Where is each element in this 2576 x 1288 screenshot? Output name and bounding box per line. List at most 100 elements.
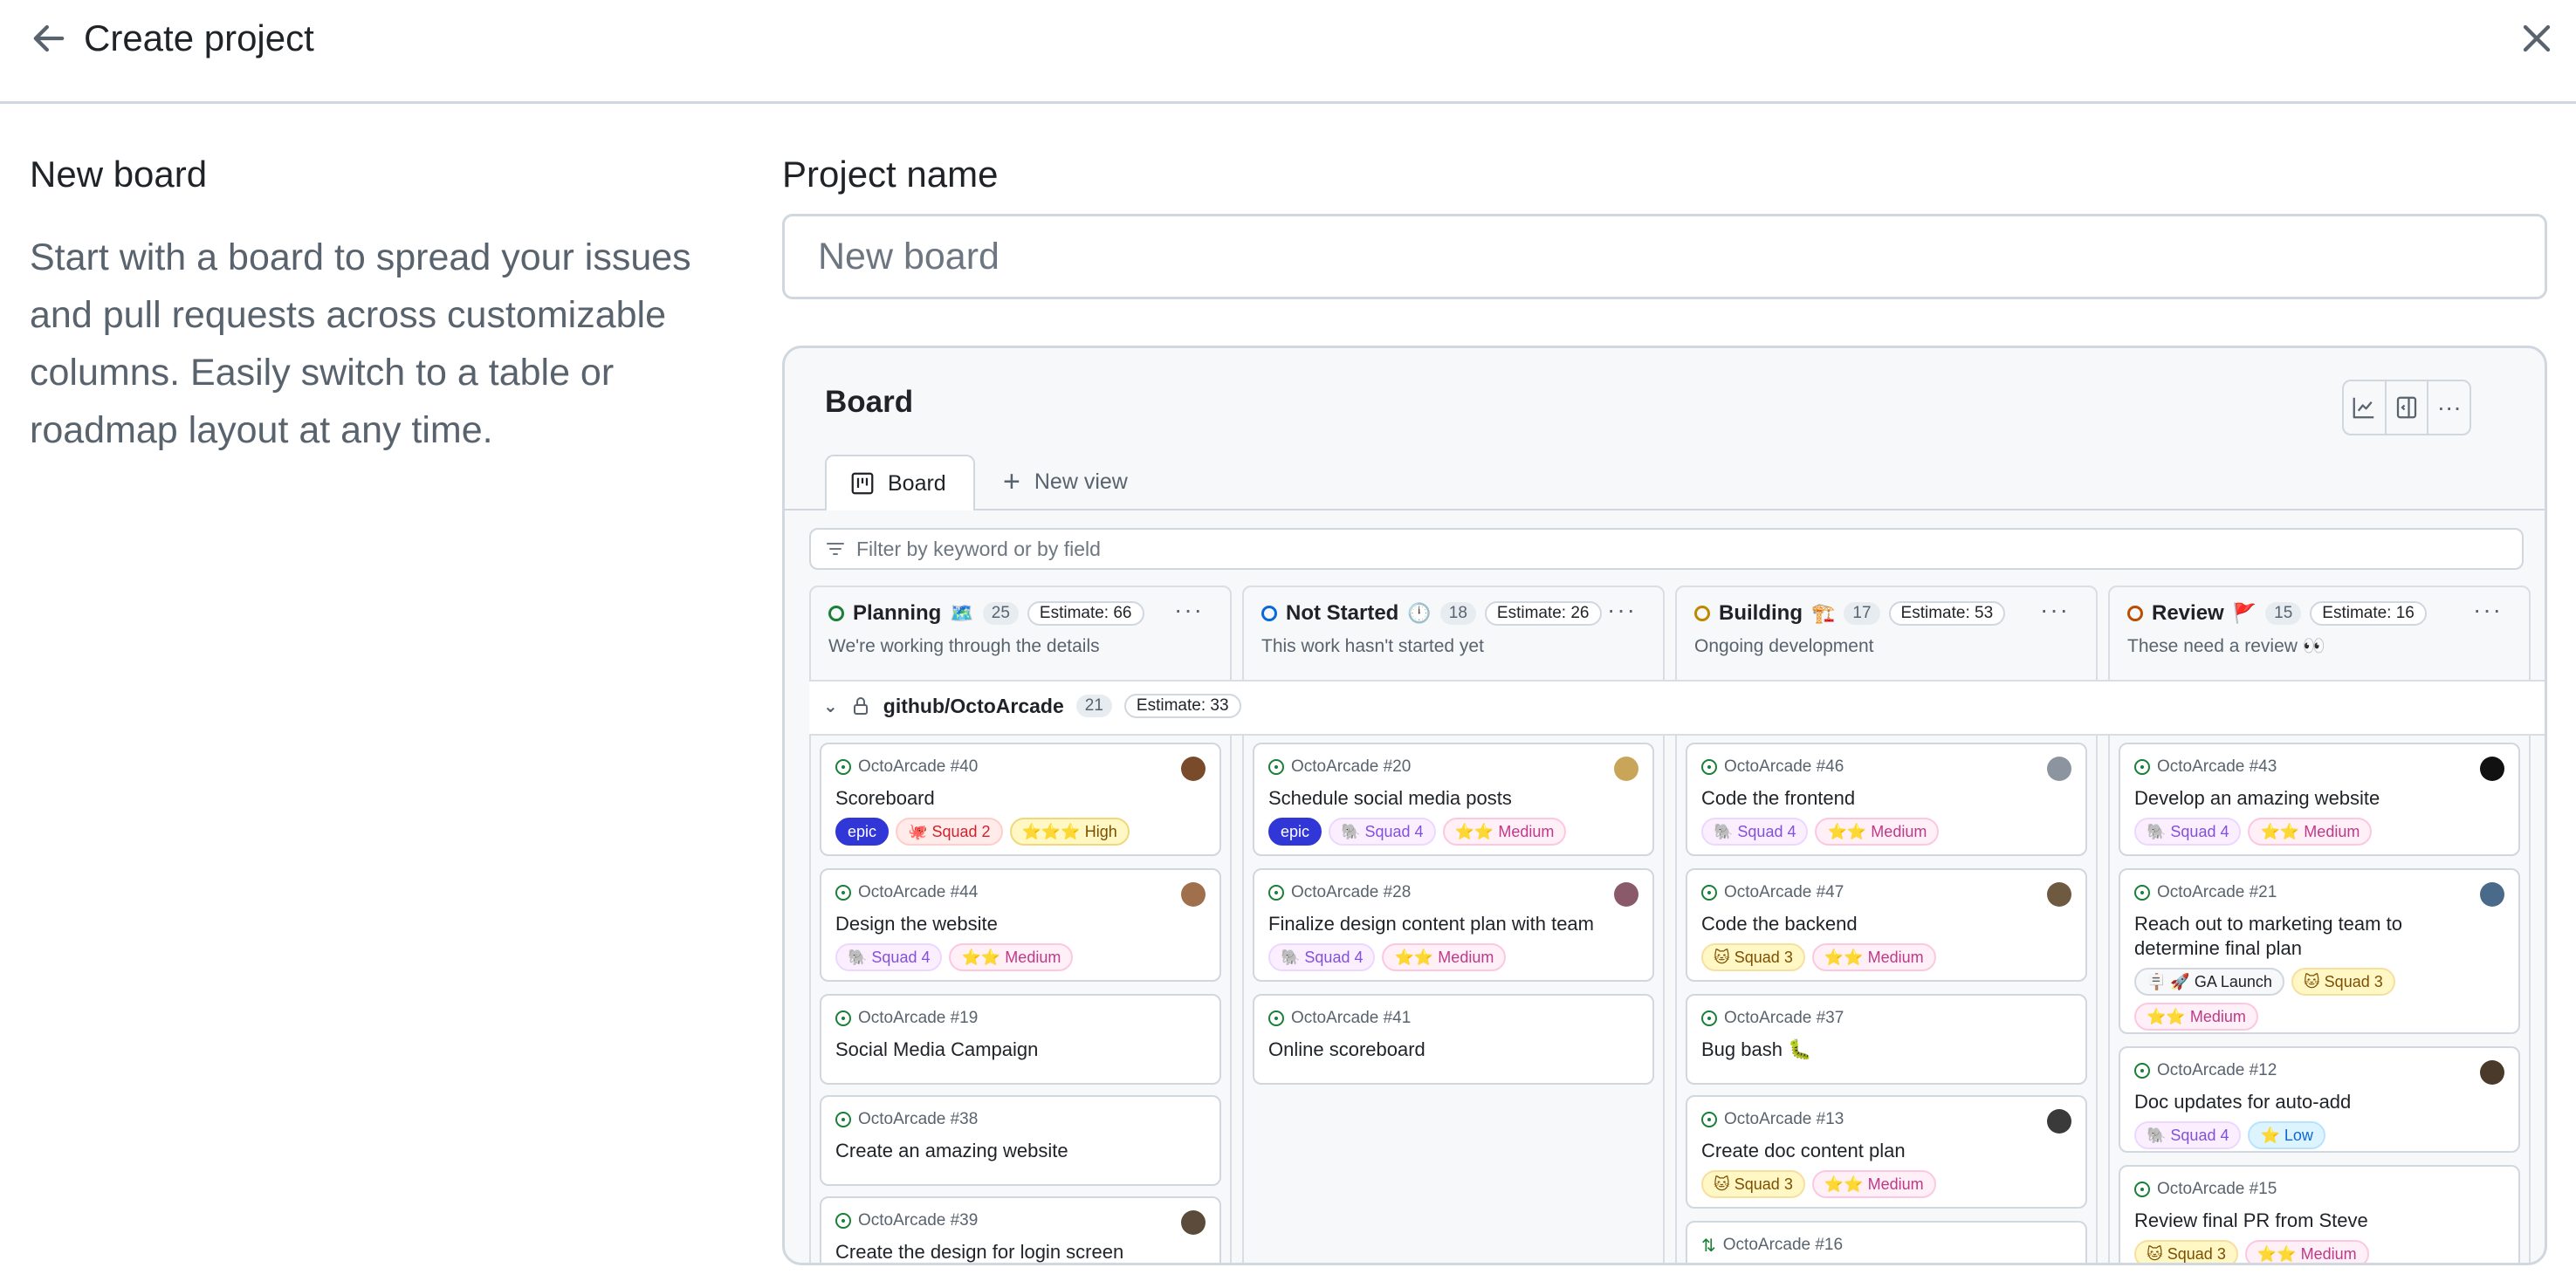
- issue-card[interactable]: OctoArcade #28 Finalize design content pl…: [1253, 868, 1654, 982]
- kebab-horizontal-icon: ···: [2473, 596, 2503, 623]
- card-labels: 🐱 Squad 3 ⭐⭐ Medium: [1701, 1170, 2071, 1198]
- close-button[interactable]: [2514, 16, 2559, 61]
- issue-card[interactable]: ⇅ OctoArcade #16: [1686, 1221, 2087, 1263]
- issue-card[interactable]: OctoArcade #43 Develop an amazing website…: [2119, 743, 2520, 856]
- filter-placeholder: Filter by keyword or by field: [856, 537, 1101, 560]
- template-title: New board: [30, 154, 208, 195]
- column-menu-button[interactable]: ···: [1607, 596, 1637, 624]
- column-emoji: 🚩: [2232, 602, 2257, 624]
- lock-icon: [853, 697, 868, 715]
- column-description: These need a review 👀: [2127, 636, 2325, 656]
- avatar: [2047, 1109, 2071, 1134]
- label-squad3: 🐱 Squad 3: [2134, 1240, 2238, 1263]
- issue-card[interactable]: OctoArcade #21 Reach out to marketing tea…: [2119, 868, 2520, 1034]
- back-button[interactable]: [26, 16, 72, 61]
- board-preview: Board ··· Board + New view Filter by key…: [782, 346, 2547, 1265]
- issue-card[interactable]: OctoArcade #20 Schedule social media post…: [1253, 743, 1654, 856]
- label-medium: ⭐⭐ Medium: [1811, 1170, 1936, 1198]
- sidebar-collapse-icon: [2396, 396, 2417, 419]
- issue-card[interactable]: OctoArcade #13 Create doc content plan 🐱 S…: [1686, 1095, 2087, 1209]
- card-title: Bug bash 🐛: [1701, 1038, 1812, 1060]
- issue-card[interactable]: OctoArcade #37 Bug bash 🐛: [1686, 994, 2087, 1085]
- label-squad2: 🐙 Squad 2: [896, 818, 1003, 846]
- column-menu-button[interactable]: ···: [2473, 596, 2503, 624]
- more-options-button[interactable]: ···: [2428, 381, 2470, 434]
- column-description: This work hasn't started yet: [1261, 636, 1484, 656]
- pull-request-icon: ⇅: [1701, 1236, 1716, 1256]
- column-count: 15: [2265, 602, 2302, 625]
- column-count: 18: [1439, 602, 1476, 625]
- column-estimate: Estimate: 26: [1484, 601, 1602, 626]
- template-description: Start with a board to spread your issues…: [30, 236, 691, 451]
- issue-card[interactable]: OctoArcade #15 Review final PR from Steve…: [2119, 1165, 2520, 1263]
- card-labels: 🐱 Squad 3 ⭐⭐ Medium: [2134, 1240, 2504, 1263]
- dialog-header: Create project: [0, 0, 2576, 104]
- issue-open-icon: [835, 885, 851, 901]
- card-labels: 🐘 Squad 4 ⭐⭐ Medium: [2134, 818, 2504, 846]
- avatar: [2480, 757, 2504, 781]
- insights-button[interactable]: [2344, 381, 2387, 434]
- sidebar-toggle-button[interactable]: [2387, 381, 2429, 434]
- group-header[interactable]: ⌄ github/OctoArcade 21 Estimate: 33: [809, 680, 2545, 736]
- card-labels: 🐘 Squad 4 ⭐⭐ Medium: [1268, 943, 1638, 971]
- label-squad3: 🐱 Squad 3: [2291, 968, 2395, 996]
- card-labels: 🐘 Squad 4 ⭐⭐ Medium: [835, 943, 1206, 971]
- project-board-icon: [851, 472, 874, 495]
- label-medium: ⭐⭐ Medium: [1811, 943, 1936, 971]
- project-name-label: Project name: [782, 154, 999, 195]
- card-reference: OctoArcade #16: [1722, 1236, 1844, 1254]
- label-medium: ⭐⭐ Medium: [2248, 818, 2373, 846]
- column-menu-button[interactable]: ···: [1174, 596, 1204, 624]
- issue-open-icon: [1701, 1011, 1717, 1026]
- issue-card[interactable]: OctoArcade #46 Code the frontend 🐘 Squad 4…: [1686, 743, 2087, 856]
- card-labels: 🪧 🚀 GA Launch 🐱 Squad 3 ⭐⭐ Medium: [2134, 968, 2504, 1031]
- issue-card[interactable]: OctoArcade #47 Code the backend 🐱 Squad 3 ⭐…: [1686, 868, 2087, 982]
- issue-open-icon: [1268, 1011, 1284, 1026]
- label-low: ⭐ Low: [2248, 1121, 2325, 1149]
- label-epic: epic: [1268, 818, 1322, 846]
- card-reference: OctoArcade #44: [858, 883, 979, 901]
- column-name: Building: [1719, 601, 1803, 625]
- chevron-down-icon: ⌄: [823, 696, 838, 716]
- column-count: 17: [1844, 602, 1880, 625]
- issue-card[interactable]: OctoArcade #12 Doc updates for auto-add 🐘 …: [2119, 1046, 2520, 1153]
- filter-input[interactable]: Filter by keyword or by field: [809, 528, 2524, 570]
- card-reference: OctoArcade #12: [2157, 1061, 2277, 1079]
- issue-card[interactable]: OctoArcade #39 Create the design for logi…: [820, 1196, 1221, 1263]
- graph-icon: [2353, 397, 2374, 419]
- issue-open-icon: [1268, 885, 1284, 901]
- column-name: Not Started: [1286, 601, 1399, 625]
- column-menu-button[interactable]: ···: [2040, 596, 2070, 624]
- issue-card[interactable]: OctoArcade #19 Social Media Campaign: [820, 994, 1221, 1085]
- card-reference: OctoArcade #13: [1724, 1110, 1844, 1128]
- group-count: 21: [1075, 695, 1112, 717]
- card-reference: OctoArcade #39: [858, 1211, 979, 1230]
- issue-card[interactable]: OctoArcade #44 Design the website 🐘 Squad …: [820, 868, 1221, 982]
- project-name-input[interactable]: [782, 214, 2547, 299]
- tab-new-view[interactable]: + New view: [1003, 455, 1128, 509]
- group-name: github/OctoArcade: [883, 694, 1064, 717]
- issue-card[interactable]: OctoArcade #38 Create an amazing website: [820, 1095, 1221, 1186]
- tab-board[interactable]: Board: [825, 455, 975, 510]
- card-reference: OctoArcade #19: [858, 1009, 979, 1027]
- status-circle-icon: [2127, 606, 2143, 621]
- label-squad4: 🐘 Squad 4: [1268, 943, 1376, 971]
- issue-card[interactable]: OctoArcade #41 Online scoreboard: [1253, 994, 1654, 1085]
- issue-card[interactable]: OctoArcade #40 Scoreboard epic 🐙 Squad 2 ⭐⭐⭐…: [820, 743, 1221, 856]
- x-icon: [2523, 24, 2551, 52]
- card-title: Design the website: [835, 913, 998, 935]
- label-squad4: 🐘 Squad 4: [1329, 818, 1436, 846]
- issue-open-icon: [835, 1213, 851, 1229]
- card-title: Create doc content plan: [1701, 1140, 1906, 1161]
- card-labels: epic 🐘 Squad 4 ⭐⭐ Medium: [1268, 818, 1638, 846]
- avatar: [2047, 882, 2071, 907]
- issue-open-icon: [835, 1011, 851, 1026]
- card-reference: OctoArcade #21: [2157, 883, 2277, 901]
- column-name: Planning: [853, 601, 942, 625]
- card-title: Finalize design content plan with team: [1268, 913, 1594, 935]
- issue-open-icon: [2134, 885, 2150, 901]
- issue-open-icon: [835, 1112, 851, 1127]
- card-title: Social Media Campaign: [835, 1038, 1039, 1060]
- avatar: [1181, 882, 1206, 907]
- card-title: Scoreboard: [835, 787, 935, 809]
